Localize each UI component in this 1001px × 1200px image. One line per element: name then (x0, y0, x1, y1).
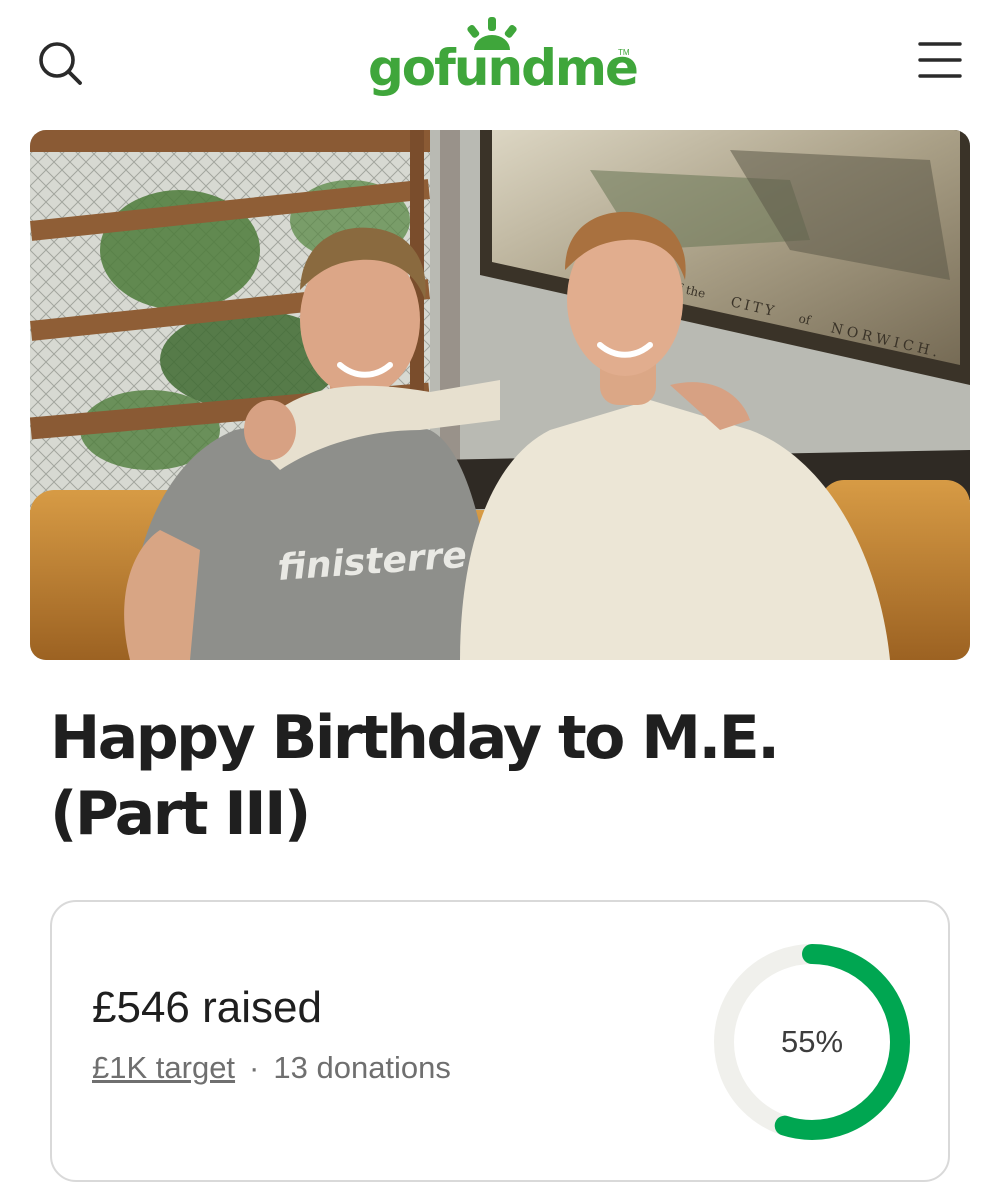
target-link[interactable]: £1K target (92, 1050, 235, 1085)
search-icon (39, 42, 82, 85)
meta-separator: · (249, 1050, 260, 1085)
campaign-page: gofundme TM of the CITY of NORWICH. fini… (0, 0, 1001, 1200)
top-header: gofundme TM (0, 0, 1001, 120)
progress-percent: 55% (780, 1024, 844, 1059)
menu-button[interactable] (914, 38, 966, 82)
gofundme-logo[interactable]: gofundme TM (366, 14, 639, 106)
logo-trademark: TM (618, 48, 630, 57)
fundraising-progress-card: £546 raised £1K target · 13 donations 55% (50, 900, 950, 1182)
donations-count: 13 donations (273, 1050, 451, 1085)
campaign-hero-image[interactable]: of the CITY of NORWICH. finisterre (30, 130, 970, 660)
amount-raised: £546 raised (92, 983, 322, 1032)
logo-wordmark: gofundme (368, 39, 639, 97)
campaign-title: Happy Birthday to M.E. (Part III) (50, 703, 780, 849)
target-and-donations: £1K target · 13 donations (92, 1048, 451, 1088)
hamburger-menu-icon (918, 42, 962, 78)
search-button[interactable] (34, 38, 86, 90)
